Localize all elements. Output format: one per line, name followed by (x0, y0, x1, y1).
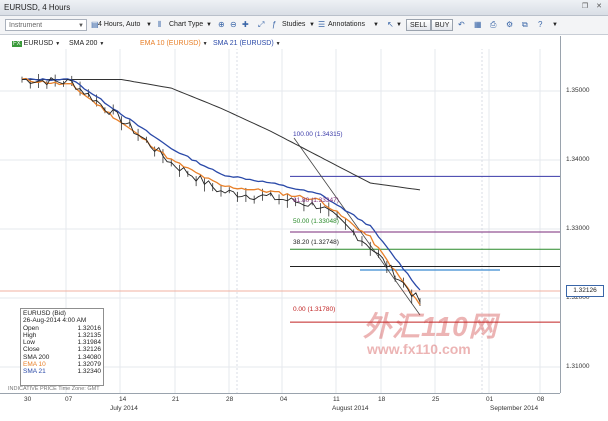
chart-type-icon[interactable]: ⫴ (158, 19, 161, 31)
cursor-icon[interactable]: ↖ (387, 19, 394, 31)
x-tick: 01 (486, 396, 494, 403)
studies-icon[interactable]: ƒ (272, 19, 276, 31)
x-axis[interactable]: 30 07 14 21 28 04 11 18 25 01 08 July 20… (0, 393, 560, 421)
studies-chevron-icon[interactable]: ▼ (309, 19, 315, 31)
zoom-in-icon[interactable]: ⊕ (218, 19, 225, 31)
cursor-chevron-icon[interactable]: ▼ (396, 19, 402, 31)
fx-badge-icon: FX (12, 41, 22, 47)
x-month-label: August 2014 (332, 405, 369, 412)
data-window-datetime: 26-Aug-2014 4:00 AM (23, 317, 87, 325)
chevron-down-icon[interactable]: ▼ (78, 20, 84, 32)
x-tick: 04 (280, 396, 288, 403)
popout-icon[interactable]: ⧉ (522, 19, 528, 31)
data-row: Close 1.32126 (23, 346, 101, 354)
print-icon[interactable]: ⎙ (490, 19, 496, 31)
instrument-input[interactable]: Instrument ▼ (5, 19, 87, 31)
x-month-label: July 2014 (110, 405, 138, 412)
fib-label-100: 100.00 (1.34315) (293, 131, 343, 138)
chart-type-chevron-icon[interactable]: ▼ (206, 19, 212, 31)
fib-label-0: 0.00 (1.31780) (293, 306, 336, 313)
fit-icon[interactable]: ⤢ (258, 19, 264, 31)
data-row: SMA 21 1.32340 (23, 368, 101, 376)
y-tick: 1.33000 (566, 225, 590, 232)
data-row: EMA 10 1.32079 (23, 361, 101, 369)
y-tick: 1.35000 (566, 87, 590, 94)
data-window-title: EURUSD (Bid) (23, 310, 66, 317)
annotations-icon[interactable]: ☰ (318, 19, 325, 31)
grid-icon[interactable]: ▦ (474, 19, 482, 31)
x-tick: 28 (226, 396, 234, 403)
legend-symbol[interactable]: FX EURUSD ▼ (12, 40, 60, 47)
window-controls: ❐ ✕ (580, 2, 604, 12)
x-tick: 18 (378, 396, 386, 403)
fib-label-382: 38.20 (1.32748) (293, 239, 339, 246)
legend-ema10[interactable]: EMA 10 (EURUSD) ▼ (140, 40, 208, 47)
timeframe-chevron-icon[interactable]: ▼ (146, 19, 152, 31)
x-tick: 11 (333, 396, 340, 403)
data-row: High 1.32135 (23, 331, 101, 339)
restore-icon[interactable]: ❐ (580, 2, 590, 12)
chart-type-dropdown[interactable]: Chart Type (169, 19, 203, 31)
x-tick: 25 (432, 396, 440, 403)
x-tick: 21 (172, 396, 180, 403)
close-icon[interactable]: ✕ (594, 2, 604, 12)
annotations-dropdown[interactable]: Annotations (328, 19, 365, 31)
studies-dropdown[interactable]: Studies (282, 19, 305, 31)
legend-sma200[interactable]: SMA 200 ▼ (69, 40, 104, 47)
indicative-price-note: INDICATIVE PRICE Time Zone: GMT (8, 386, 100, 392)
buy-button[interactable]: BUY (431, 19, 454, 31)
undo-icon[interactable]: ↶ (458, 19, 465, 31)
last-price-tag: 1.32126 (566, 285, 604, 297)
legend-sma21[interactable]: SMA 21 (EURUSD) ▼ (213, 40, 281, 47)
x-tick: 14 (119, 396, 127, 403)
x-tick: 08 (537, 396, 545, 403)
timeframe-dropdown[interactable]: 4 Hours, Auto (98, 19, 140, 31)
x-tick: 30 (24, 396, 32, 403)
legend-bar: FX EURUSD ▼ SMA 200 ▼ EMA 10 (EURUSD) ▼ S… (0, 35, 608, 49)
zoom-out-icon[interactable]: ⊖ (230, 19, 237, 31)
help-icon[interactable]: ? (538, 19, 542, 31)
y-tick: 1.34000 (566, 156, 590, 163)
instrument-placeholder: Instrument (9, 22, 43, 29)
fib-label-618: 61.80 (1.33347) (293, 197, 339, 204)
data-row: Low 1.31984 (23, 339, 101, 347)
crosshair-icon[interactable]: ✚ (242, 19, 249, 31)
x-month-label: September 2014 (490, 405, 539, 412)
data-row: SMA 200 1.34080 (23, 353, 101, 361)
title-bar: EURUSD, 4 Hours ❐ ✕ (0, 0, 608, 16)
window-title: EURUSD, 4 Hours (4, 3, 71, 12)
x-tick: 07 (65, 396, 73, 403)
y-tick: 1.31000 (566, 363, 590, 370)
sell-button[interactable]: SELL (406, 19, 432, 31)
settings-icon[interactable]: ⚙ (506, 19, 513, 31)
annotations-chevron-icon[interactable]: ▼ (373, 19, 379, 31)
y-axis[interactable]: 1.35000 1.34000 1.33000 1.32000 1.31000 (560, 36, 608, 393)
more-chevron-icon[interactable]: ▼ (552, 19, 558, 31)
toolbar: Instrument ▼ ▤ 4 Hours, Auto ▼ ⫴ Chart T… (0, 16, 608, 35)
fib-label-50: 50.00 (1.33048) (293, 218, 339, 225)
data-row: Open 1.32016 (23, 324, 101, 332)
data-window: EURUSD (Bid) 26-Aug-2014 4:00 AM Open 1.3… (20, 308, 104, 386)
